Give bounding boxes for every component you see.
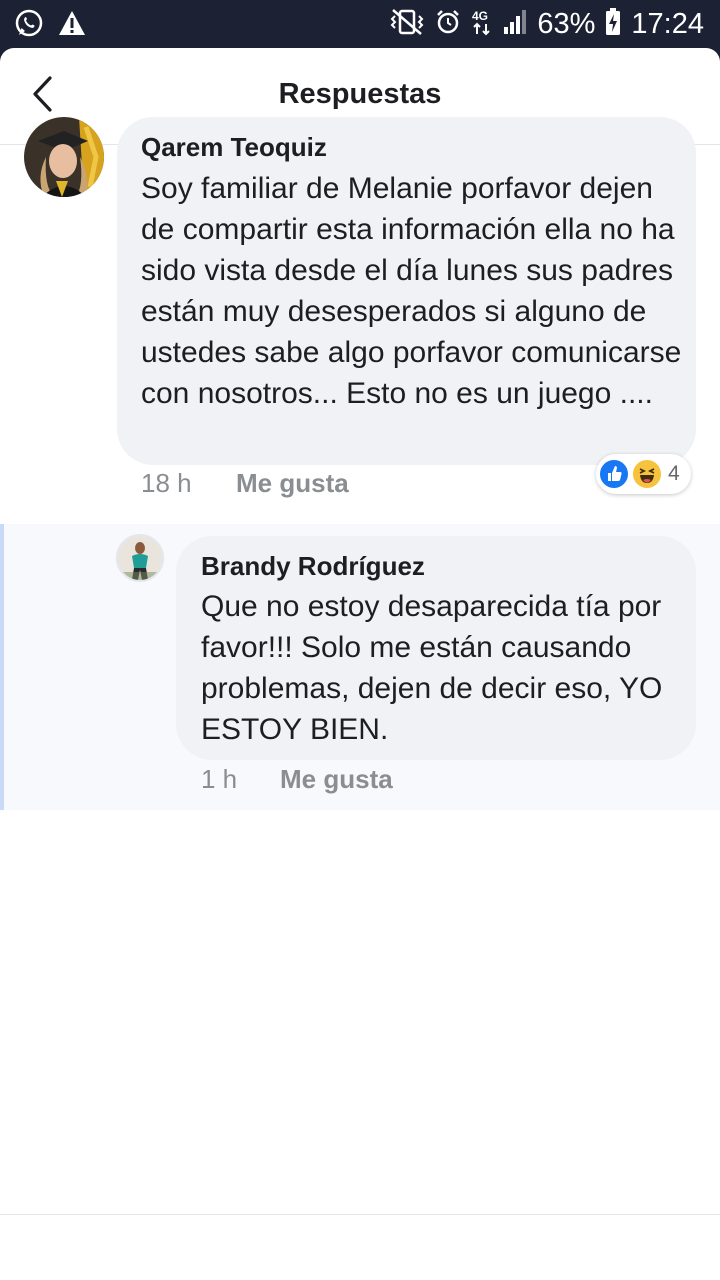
battery-icon <box>605 7 621 41</box>
comment-author[interactable]: Qarem Teoquiz <box>141 132 327 163</box>
divider <box>0 1214 720 1215</box>
vibrate-icon <box>389 8 425 41</box>
warning-icon <box>58 10 86 41</box>
comment-timestamp: 18 h <box>141 468 192 498</box>
network-4g-icon: 4G <box>471 8 493 41</box>
reply-text: Que no estoy desaparecida tía por favor!… <box>201 590 663 746</box>
battery-percent: 63% <box>537 7 596 40</box>
like-button[interactable]: Me gusta <box>236 468 349 499</box>
svg-text:4G: 4G <box>472 9 488 23</box>
comment-text: Soy familiar de Melanie porfavor dejen d… <box>141 172 682 410</box>
signal-icon <box>503 9 527 40</box>
avatar[interactable] <box>24 117 104 197</box>
reply-author[interactable]: Brandy Rodríguez <box>201 551 425 582</box>
reply-like-button[interactable]: Me gusta <box>280 764 393 795</box>
clock: 17:24 <box>631 7 704 40</box>
reaction-summary[interactable]: 4 <box>596 454 691 494</box>
reply-timestamp: 1 h <box>201 764 238 794</box>
like-reaction-icon <box>598 458 630 490</box>
status-bar: 4G 63% 17:24 <box>0 0 720 48</box>
whatsapp-icon <box>14 8 44 43</box>
reaction-count: 4 <box>668 462 680 485</box>
reply-avatar[interactable] <box>116 534 164 582</box>
alarm-icon <box>435 9 461 40</box>
haha-reaction-icon <box>631 458 663 490</box>
page-title: Respuestas <box>278 78 442 110</box>
